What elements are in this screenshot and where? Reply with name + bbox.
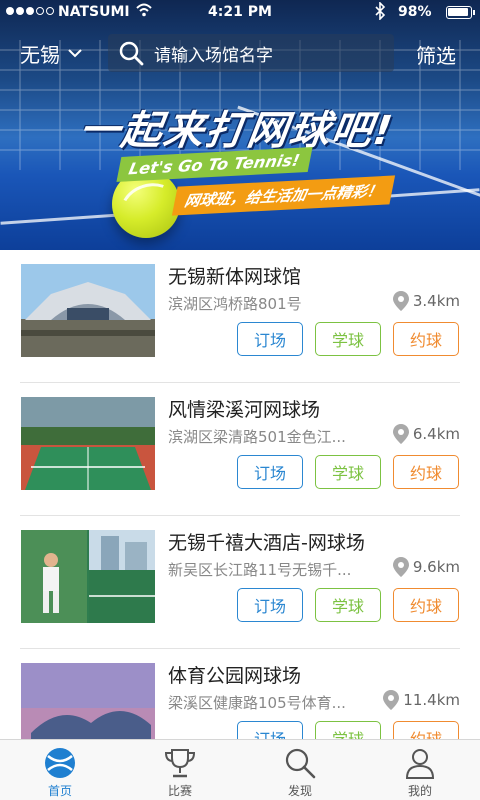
tab-label: 发现 [287, 784, 312, 798]
search-input[interactable]: 请输入场馆名字 [108, 34, 394, 72]
battery-percentage: 98% [398, 4, 432, 20]
venue-distance: 3.4km [392, 291, 460, 311]
venue-address: 滨湖区鸿桥路801号 [168, 295, 302, 313]
venue-list-item[interactable]: 风情梁溪河网球场 滨湖区梁清路501金色江... 6.4km 订场 学球 约球 [0, 383, 480, 516]
location-pin-icon [392, 557, 409, 577]
search-icon [119, 41, 144, 66]
book-court-button[interactable]: 订场 [237, 588, 303, 622]
find-partner-button[interactable]: 约球 [393, 588, 459, 622]
city-selector[interactable]: 无锡 [20, 40, 82, 67]
location-pin-icon [383, 690, 400, 710]
distance-value: 6.4km [412, 425, 460, 443]
banner-title: 一起来打网球吧! [76, 108, 397, 154]
battery-level-fill [448, 8, 468, 16]
city-label: 无锡 [20, 42, 60, 67]
venue-list-item[interactable]: 无锡新体网球馆 滨湖区鸿桥路801号 3.4km 订场 学球 约球 [0, 250, 480, 383]
find-partner-button[interactable]: 约球 [393, 455, 459, 489]
venue-name: 无锡新体网球馆 [168, 266, 302, 288]
search-icon [285, 748, 316, 779]
venue-name: 体育公园网球场 [168, 665, 302, 687]
chevron-down-icon [68, 49, 82, 58]
venue-thumbnail [21, 530, 155, 623]
tab-label: 我的 [407, 784, 432, 798]
find-partner-button[interactable]: 约球 [393, 322, 459, 356]
battery-icon [446, 6, 475, 19]
distance-value: 9.6km [412, 558, 460, 576]
learn-tennis-button[interactable]: 学球 [315, 455, 381, 489]
venue-distance: 6.4km [392, 424, 460, 444]
tab-label: 比赛 [167, 784, 192, 798]
tab-profile[interactable]: 我的 [360, 740, 480, 800]
learn-tennis-button[interactable]: 学球 [315, 322, 381, 356]
status-bar: NATSUMI 4:21 PM 98% [0, 0, 480, 26]
venue-thumbnail [21, 397, 155, 490]
search-placeholder: 请输入场馆名字 [154, 45, 273, 66]
tab-home[interactable]: 首页 [0, 740, 120, 800]
bottom-tab-bar: 首页 比赛 发现 我的 [0, 739, 480, 800]
venue-name: 无锡千禧大酒店-网球场 [168, 532, 365, 554]
learn-tennis-button[interactable]: 学球 [315, 588, 381, 622]
distance-value: 11.4km [403, 691, 460, 709]
home-ball-icon [45, 748, 75, 778]
venue-actions: 订场 学球 约球 [237, 455, 459, 489]
trophy-icon [164, 749, 196, 778]
tab-discover[interactable]: 发现 [240, 740, 360, 800]
app-screen: 一起来打网球吧! Let's Go To Tennis! 网球班，给生活加一点精… [0, 0, 480, 800]
venue-address: 新吴区长江路11号无锡千... [168, 561, 352, 579]
venue-actions: 订场 学球 约球 [237, 322, 459, 356]
venue-list: 无锡新体网球馆 滨湖区鸿桥路801号 3.4km 订场 学球 约球 风情梁溪河网… [0, 250, 480, 782]
venue-address: 滨湖区梁清路501金色江... [168, 428, 346, 446]
venue-distance: 9.6km [392, 557, 460, 577]
filter-button[interactable]: 筛选 [416, 40, 456, 69]
tab-label: 首页 [47, 784, 72, 798]
banner-slogan: 网球班，给生活加一点精彩！ [171, 175, 396, 216]
venue-name: 风情梁溪河网球场 [168, 399, 321, 421]
user-icon [405, 749, 435, 779]
distance-value: 3.4km [412, 292, 460, 310]
venue-actions: 订场 学球 约球 [237, 588, 459, 622]
venue-distance: 11.4km [383, 690, 460, 710]
venue-thumbnail [21, 264, 155, 357]
venue-list-item[interactable]: 无锡千禧大酒店-网球场 新吴区长江路11号无锡千... 9.6km 订场 学球 … [0, 516, 480, 649]
venue-address: 梁溪区健康路105号体育... [168, 694, 346, 712]
tab-matches[interactable]: 比赛 [120, 740, 240, 800]
book-court-button[interactable]: 订场 [237, 322, 303, 356]
bluetooth-icon [375, 2, 386, 20]
location-pin-icon [392, 291, 409, 311]
book-court-button[interactable]: 订场 [237, 455, 303, 489]
location-pin-icon [392, 424, 409, 444]
